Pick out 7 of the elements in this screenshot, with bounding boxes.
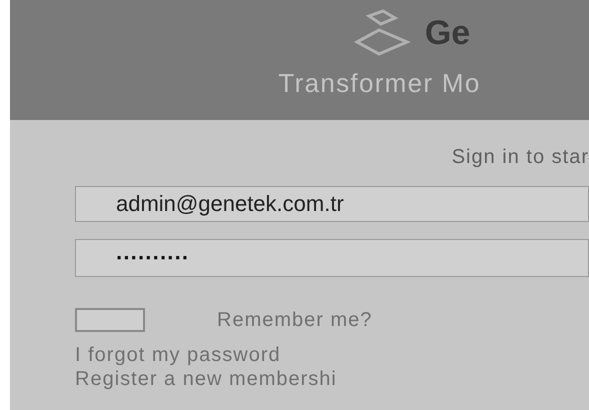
login-message: Sign in to star	[452, 145, 589, 170]
app-subtitle: Transformer Mo	[278, 67, 481, 100]
password-field[interactable]: ··········	[75, 239, 589, 277]
logo-text: Ge	[424, 16, 470, 50]
email-field[interactable]: admin@genetek.com.tr	[75, 186, 589, 222]
remember-label: Remember me?	[217, 308, 372, 333]
remember-checkbox[interactable]	[75, 308, 145, 332]
